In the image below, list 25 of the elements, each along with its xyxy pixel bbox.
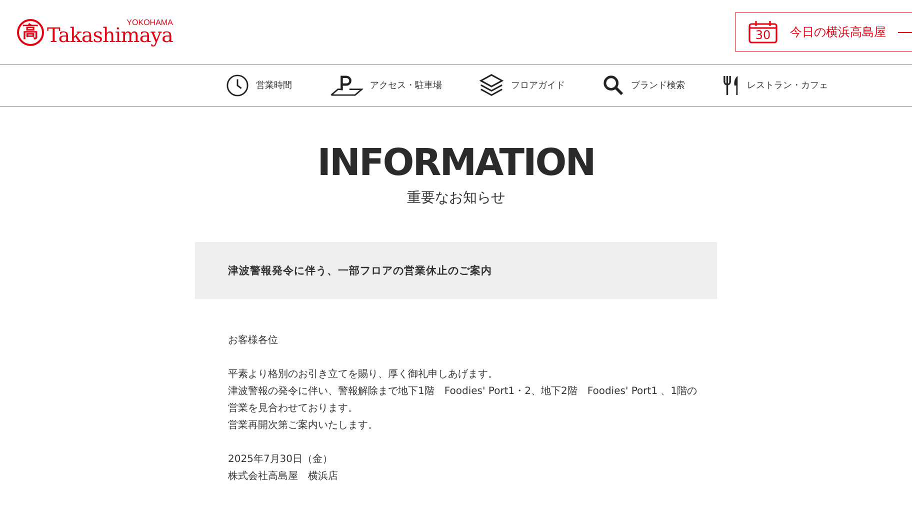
parking-icon (330, 75, 363, 96)
nav-link[interactable]: アクセス・駐車場 (370, 79, 442, 92)
layers-icon (479, 73, 504, 98)
notice-text: お客様各位 (228, 334, 279, 348)
logo-name[interactable]: Takashimaya (47, 25, 173, 45)
notice-text: 営業を見合わせております。 (228, 402, 359, 416)
nav-link[interactable]: 営業時間 (256, 79, 292, 92)
calendar-icon: 30 (748, 20, 778, 44)
notice-text: 株式会社高島屋 横浜店 (228, 470, 339, 484)
search-icon (603, 75, 624, 96)
notice-text: 津波警報の発令に伴い、警報解除まで地下1階 Foodies' Port1・2、地下2階 Foodies' Port1 、1階の (228, 384, 698, 399)
notice-text: 2025年7月30日（金） (228, 453, 334, 467)
nav-link[interactable]: レストラン・カフェ (747, 79, 828, 92)
cutlery-icon (723, 75, 740, 96)
today-link[interactable]: 30 今日の横浜高島屋 (735, 12, 912, 52)
logo-mark[interactable]: 高 (17, 18, 44, 46)
clock-icon (226, 74, 249, 97)
logo-branch: YOKOHAMA (126, 19, 173, 27)
page-title: INFORMATION (317, 143, 595, 183)
page-subtitle: 重要なお知らせ (407, 189, 505, 207)
nav-link[interactable]: ブランド検索 (631, 79, 685, 92)
notice-heading: 津波警報発令に伴う、一部フロアの営業休止のご案内 (195, 242, 717, 299)
nav-link[interactable]: フロアガイド (511, 79, 565, 92)
notice-text: 営業再開次第ご案内いたします。 (228, 418, 379, 433)
notice-text: 平素より格別のお引き立てを賜り、厚く御礼申しあげます。 (228, 368, 499, 382)
